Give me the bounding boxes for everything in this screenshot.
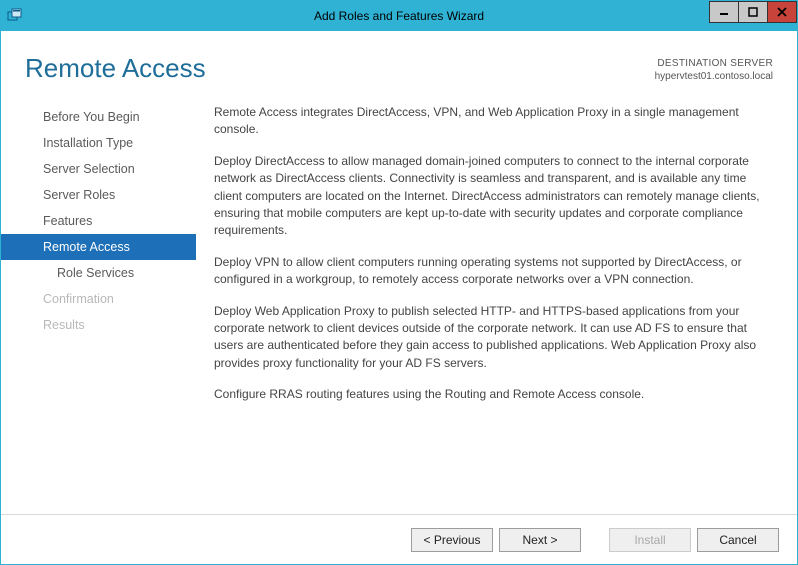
step-server-roles[interactable]: Server Roles (1, 182, 196, 208)
description-p5: Configure RRAS routing features using th… (214, 386, 773, 403)
step-results: Results (1, 312, 196, 338)
step-role-services[interactable]: Role Services (1, 260, 196, 286)
step-server-selection[interactable]: Server Selection (1, 156, 196, 182)
description-p4: Deploy Web Application Proxy to publish … (214, 303, 773, 373)
wizard-steps-sidebar: Before You Begin Installation Type Serve… (1, 94, 196, 514)
maximize-button[interactable] (738, 1, 768, 23)
install-button: Install (609, 528, 691, 552)
step-remote-access[interactable]: Remote Access (1, 234, 196, 260)
description-p1: Remote Access integrates DirectAccess, V… (214, 104, 773, 139)
previous-button[interactable]: < Previous (411, 528, 493, 552)
window-controls (710, 1, 797, 23)
app-icon (7, 8, 23, 24)
description-p2: Deploy DirectAccess to allow managed dom… (214, 153, 773, 240)
wizard-content: Remote Access DESTINATION SERVER hypervt… (1, 31, 797, 564)
minimize-button[interactable] (709, 1, 739, 23)
description-p3: Deploy VPN to allow client computers run… (214, 254, 773, 289)
destination-server-label: DESTINATION SERVER (655, 57, 773, 70)
window-title: Add Roles and Features Wizard (1, 9, 797, 23)
next-button[interactable]: Next > (499, 528, 581, 552)
cancel-button[interactable]: Cancel (697, 528, 779, 552)
description-panel: Remote Access integrates DirectAccess, V… (196, 94, 797, 514)
close-button[interactable] (767, 1, 797, 23)
step-installation-type[interactable]: Installation Type (1, 130, 196, 156)
step-features[interactable]: Features (1, 208, 196, 234)
header: Remote Access DESTINATION SERVER hypervt… (1, 31, 797, 94)
destination-server-block: DESTINATION SERVER hypervtest01.contoso.… (655, 53, 773, 83)
destination-server-value: hypervtest01.contoso.local (655, 70, 773, 83)
step-before-you-begin[interactable]: Before You Begin (1, 104, 196, 130)
wizard-footer: < Previous Next > Install Cancel (1, 514, 797, 564)
page-title: Remote Access (25, 53, 206, 84)
titlebar: Add Roles and Features Wizard (1, 1, 797, 31)
step-confirmation: Confirmation (1, 286, 196, 312)
main-area: Before You Begin Installation Type Serve… (1, 94, 797, 514)
